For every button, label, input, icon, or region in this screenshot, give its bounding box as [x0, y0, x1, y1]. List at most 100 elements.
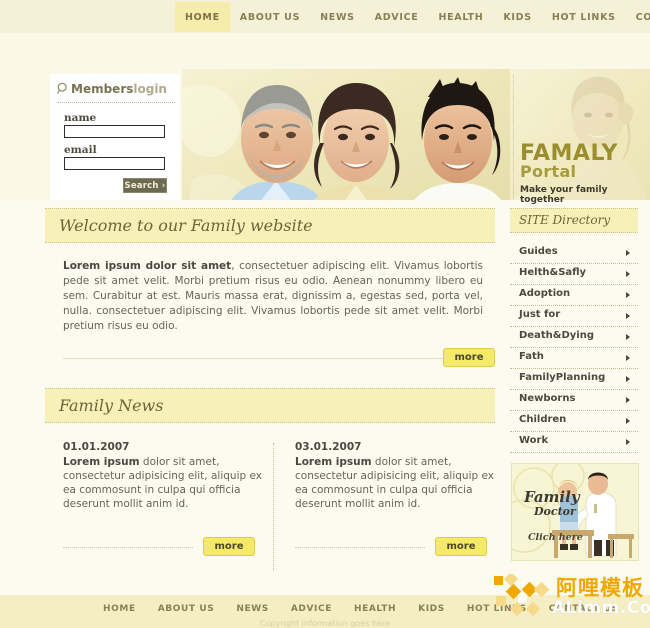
chevron-right-icon — [626, 418, 630, 424]
email-field-label: email — [64, 144, 97, 156]
top-nav-item-contact-us[interactable]: CONTACT US — [626, 2, 650, 32]
chevron-right-icon — [626, 313, 630, 319]
top-nav-item-hot-links[interactable]: HOT LINKS — [542, 2, 626, 32]
sidebar-item-work[interactable]: Work — [510, 432, 638, 453]
family-doctor-promo[interactable]: Family Doctor Clich here — [511, 463, 639, 561]
footer-nav-item-kids[interactable]: KIDS — [407, 604, 456, 614]
chevron-right-icon — [626, 397, 630, 403]
name-field-label: name — [64, 112, 97, 124]
news-more-button[interactable]: more — [203, 537, 255, 556]
promo-click-here-link[interactable]: Clich here — [528, 532, 583, 543]
news-text: Lorem ipsum dolor sit amet, consectetur … — [295, 455, 495, 511]
members-login-title-strong: Members — [71, 82, 134, 96]
banner-tagline: Make your family together — [520, 185, 608, 205]
welcome-more-button[interactable]: more — [443, 348, 495, 367]
chevron-right-icon — [626, 292, 630, 298]
news-more-row: more — [63, 537, 263, 556]
news-section-header: Family News — [45, 388, 495, 423]
chevron-right-icon — [626, 439, 630, 445]
welcome-more-row: more — [63, 348, 495, 368]
sidebar-item-label: Fath — [519, 351, 544, 362]
sidebar-item-children[interactable]: Children — [510, 411, 638, 432]
sidebar-item-fath[interactable]: Fath — [510, 348, 638, 369]
news-item-2: 03.01.2007 Lorem ipsum dolor sit amet, c… — [295, 441, 495, 556]
news-item-1: 01.01.2007 Lorem ipsum dolor sit amet, c… — [63, 441, 263, 556]
sidebar-item-label: Death&Dying — [519, 330, 594, 341]
sidebar-item-newborns[interactable]: Newborns — [510, 390, 638, 411]
footer-nav-item-health[interactable]: HEALTH — [343, 604, 407, 614]
search-button[interactable]: Search › — [123, 178, 167, 193]
welcome-divider-rule — [63, 358, 443, 359]
news-lead: Lorem ipsum — [63, 456, 140, 468]
banner-title-line2: Portal — [520, 162, 577, 182]
footer-nav-item-about-us[interactable]: ABOUT US — [147, 604, 226, 614]
sidebar-item-guides[interactable]: Guides — [510, 243, 638, 264]
footer-navigation-list: HOME ABOUT US NEWS ADVICE HEALTH KIDS HOT LINK… — [92, 604, 630, 614]
sidebar-item-helth-safly[interactable]: Helth&Safly — [510, 264, 638, 285]
email-input[interactable] — [64, 157, 165, 170]
site-directory-heading: SITE Directory — [519, 213, 611, 227]
magnifier-icon — [57, 82, 70, 98]
name-input[interactable] — [64, 125, 165, 138]
members-login-title: Memberslogin — [57, 82, 175, 103]
news-text: Lorem ipsum dolor sit amet, consectetur … — [63, 455, 263, 511]
sidebar-item-label: Adoption — [519, 288, 571, 299]
top-nav-item-health[interactable]: HEALTH — [428, 2, 493, 32]
news-more-button[interactable]: more — [435, 537, 487, 556]
chevron-right-icon — [626, 355, 630, 361]
footer-nav-item-advice[interactable]: ADVICE — [280, 604, 343, 614]
chevron-right-icon — [626, 334, 630, 340]
site-directory-header: SITE Directory — [510, 208, 638, 233]
news-columns: 01.01.2007 Lorem ipsum dolor sit amet, c… — [45, 441, 495, 571]
top-nav-item-home[interactable]: HOME — [175, 1, 230, 32]
chevron-right-icon — [626, 250, 630, 256]
top-nav-item-advice[interactable]: ADVICE — [365, 2, 429, 32]
news-date: 01.01.2007 — [63, 441, 130, 453]
chevron-right-icon — [626, 271, 630, 277]
sidebar-item-label: Children — [519, 414, 567, 425]
chevron-right-icon — [626, 376, 630, 382]
welcome-section-header: Welcome to our Family website — [45, 208, 495, 243]
promo-title-line2: Doctor — [534, 505, 576, 518]
sidebar-item-familyplanning[interactable]: FamilyPlanning — [510, 369, 638, 390]
sidebar-item-adoption[interactable]: Adoption — [510, 285, 638, 306]
news-heading: Family News — [59, 396, 164, 415]
top-nav-item-news[interactable]: NEWS — [310, 2, 365, 32]
site-directory-list: Guides Helth&Safly Adoption Just for Death&D… — [510, 243, 638, 453]
footer-bar: HOME ABOUT US NEWS ADVICE HEALTH KIDS HOT LINK… — [0, 595, 650, 628]
sidebar-item-just-for[interactable]: Just for — [510, 306, 638, 327]
banner-text-group: FAMALY Portal Make your family together — [520, 143, 650, 205]
top-navigation-bar: HOME ABOUT US NEWS ADVICE HEALTH KIDS HOT LINK… — [0, 0, 650, 33]
welcome-heading: Welcome to our Family website — [59, 216, 313, 235]
sidebar-item-label: Newborns — [519, 393, 576, 404]
news-divider-rule — [63, 547, 193, 548]
members-login-title-light: login — [133, 82, 167, 96]
footer-copyright: Copyright information goes here — [260, 619, 390, 628]
news-divider-rule — [295, 547, 425, 548]
top-nav-item-about-us[interactable]: ABOUT US — [230, 2, 310, 32]
header-band: Memberslogin name email Search › FAMALY … — [0, 33, 650, 233]
sidebar-item-label: Just for — [519, 309, 561, 320]
promo-title-line1: Family — [524, 488, 580, 506]
welcome-lead-text: Lorem ipsum dolor sit amet — [63, 260, 232, 272]
footer-nav-item-home[interactable]: HOME — [92, 604, 147, 614]
content-panel: Welcome to our Family website Lorem ipsu… — [45, 208, 495, 571]
news-more-row: more — [295, 537, 495, 556]
news-date: 03.01.2007 — [295, 441, 362, 453]
sidebar-item-label: Guides — [519, 246, 558, 257]
news-column-divider — [273, 443, 274, 571]
sidebar-item-label: Helth&Safly — [519, 267, 587, 278]
top-nav-item-kids[interactable]: KIDS — [493, 2, 541, 32]
sidebar-item-label: Work — [519, 435, 549, 446]
top-navigation-list: HOME ABOUT US NEWS ADVICE HEALTH KIDS HOT LINK… — [175, 0, 650, 33]
welcome-paragraph: Lorem ipsum dolor sit amet, consectetuer… — [63, 259, 483, 334]
news-lead: Lorem ipsum — [295, 456, 372, 468]
sidebar-item-death-dying[interactable]: Death&Dying — [510, 327, 638, 348]
footer-nav-item-contact-us[interactable]: CONTACT US — [538, 604, 630, 614]
sidebar-item-label: FamilyPlanning — [519, 372, 606, 383]
site-directory-sidebar: SITE Directory Guides Helth&Safly Adoption… — [510, 208, 638, 453]
footer-nav-item-news[interactable]: NEWS — [225, 604, 280, 614]
banner-title-line1: FAMALY — [520, 141, 618, 167]
footer-nav-item-hot-links[interactable]: HOT LINKS — [456, 604, 538, 614]
page-root: HOME ABOUT US NEWS ADVICE HEALTH KIDS HOT LINK… — [0, 0, 650, 628]
